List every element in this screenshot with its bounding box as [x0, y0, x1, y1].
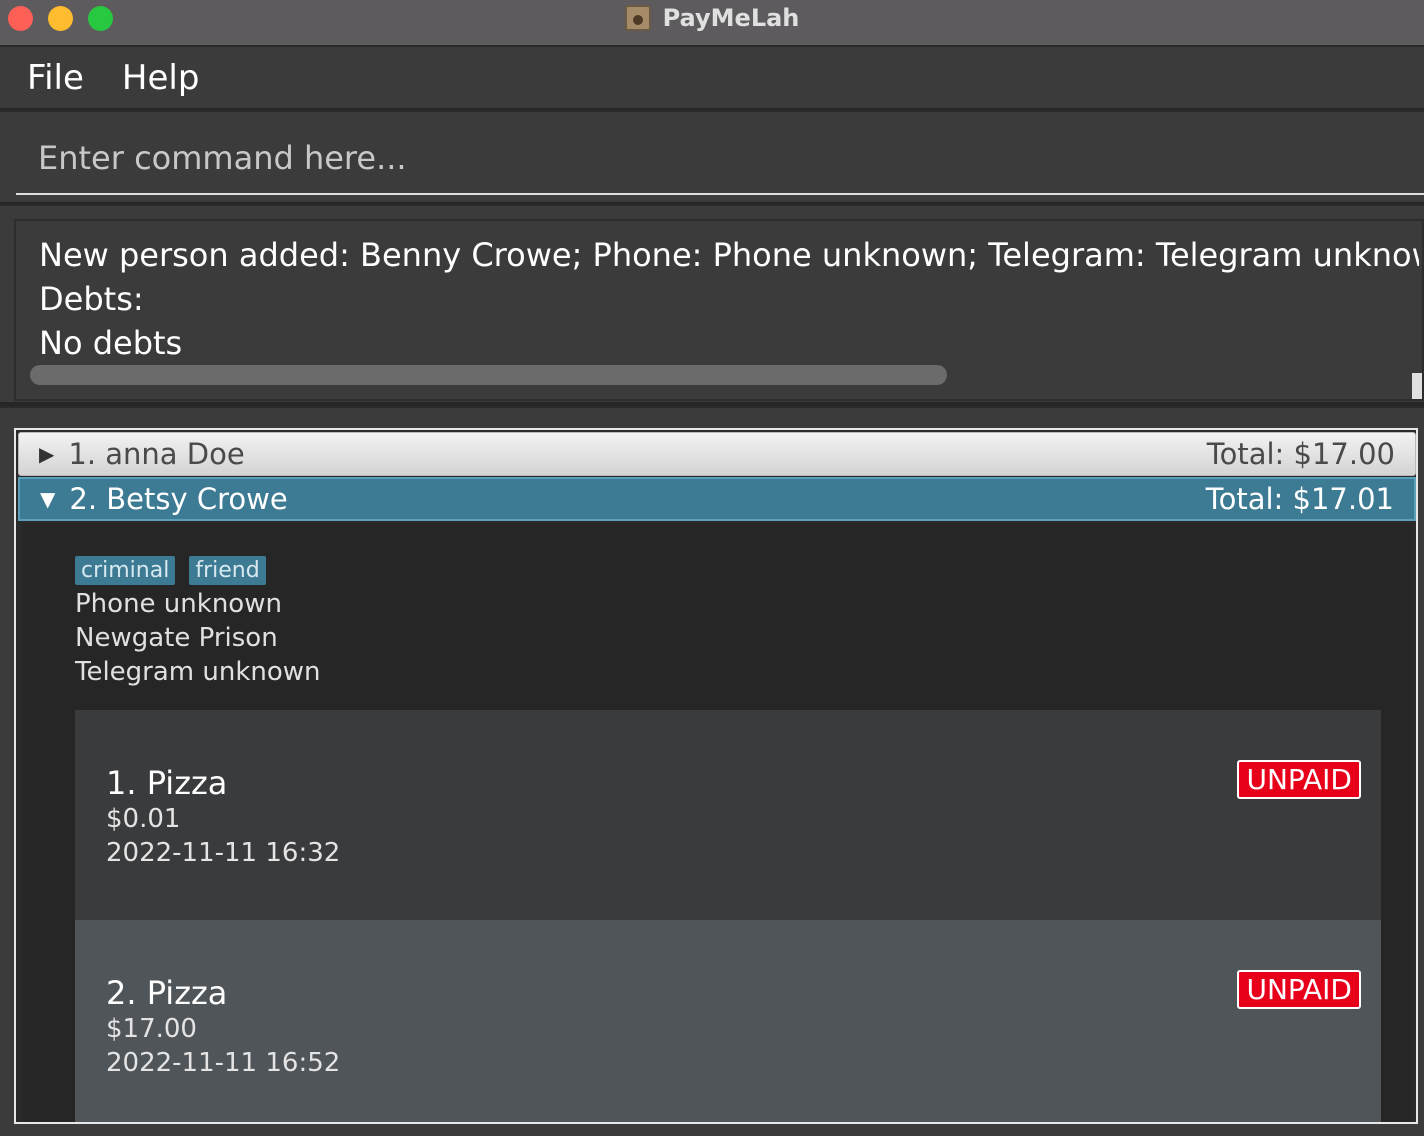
debt-title: 1. Pizza [106, 764, 228, 802]
collapse-arrow-icon[interactable]: ▼ [40, 487, 55, 511]
person-phone: Phone unknown [75, 589, 282, 619]
person-details: criminal friend Phone unknown Newgate Pr… [22, 523, 1412, 1122]
person-list: ▶ 1. anna Doe Total: $17.00 ▼ 2. Betsy C… [14, 428, 1418, 1124]
result-line: No debts [39, 324, 183, 362]
person-address: Newgate Prison [75, 623, 278, 653]
debt-card[interactable]: 2. Pizza $17.00 2022-11-11 16:52 UNPAID [75, 920, 1381, 1122]
tag-friend: friend [189, 556, 266, 585]
person-row-betsy-crowe[interactable]: ▼ 2. Betsy Crowe Total: $17.01 [18, 477, 1416, 521]
command-box [0, 112, 1424, 204]
result-text: New person added: Benny Crowe; Phone: Ph… [39, 233, 1419, 365]
tag-list: criminal friend [75, 556, 280, 585]
person-list-area: ▶ 1. anna Doe Total: $17.00 ▼ 2. Betsy C… [0, 408, 1424, 1136]
person-total: Total: $17.01 [1205, 482, 1394, 516]
result-display[interactable]: New person added: Benny Crowe; Phone: Ph… [14, 219, 1424, 401]
menu-help[interactable]: Help [122, 58, 200, 98]
debt-card[interactable]: 1. Pizza $0.01 2022-11-11 16:32 UNPAID [75, 710, 1381, 920]
menu-bar: File Help [0, 47, 1424, 110]
debt-datetime: 2022-11-11 16:52 [106, 1048, 341, 1078]
expand-arrow-icon[interactable]: ▶ [39, 442, 54, 466]
debt-amount: $17.00 [106, 1014, 197, 1044]
app-icon [624, 5, 651, 31]
result-line: Debts: [39, 280, 144, 318]
debt-datetime: 2022-11-11 16:32 [106, 838, 341, 868]
window-title: PayMeLah [662, 4, 800, 32]
unpaid-badge: UNPAID [1237, 970, 1361, 1009]
person-telegram: Telegram unknown [75, 657, 321, 687]
command-input[interactable] [16, 122, 1424, 195]
person-row-anna-doe[interactable]: ▶ 1. anna Doe Total: $17.00 [18, 432, 1416, 476]
title-bar: PayMeLah [0, 0, 1424, 46]
person-total: Total: $17.00 [1206, 437, 1395, 471]
window-title-group: PayMeLah [0, 0, 1424, 36]
person-name: 2. Betsy Crowe [69, 482, 288, 516]
result-line: New person added: Benny Crowe; Phone: Ph… [39, 236, 1419, 274]
unpaid-badge: UNPAID [1237, 760, 1361, 799]
person-name: 1. anna Doe [68, 437, 245, 471]
tag-criminal: criminal [75, 556, 176, 585]
result-display-area: New person added: Benny Crowe; Phone: Ph… [0, 206, 1424, 406]
vertical-scrollbar[interactable] [1412, 373, 1422, 399]
debt-amount: $0.01 [106, 804, 181, 834]
menu-file[interactable]: File [27, 58, 84, 98]
debt-title: 2. Pizza [106, 974, 228, 1012]
horizontal-scrollbar[interactable] [30, 365, 947, 385]
